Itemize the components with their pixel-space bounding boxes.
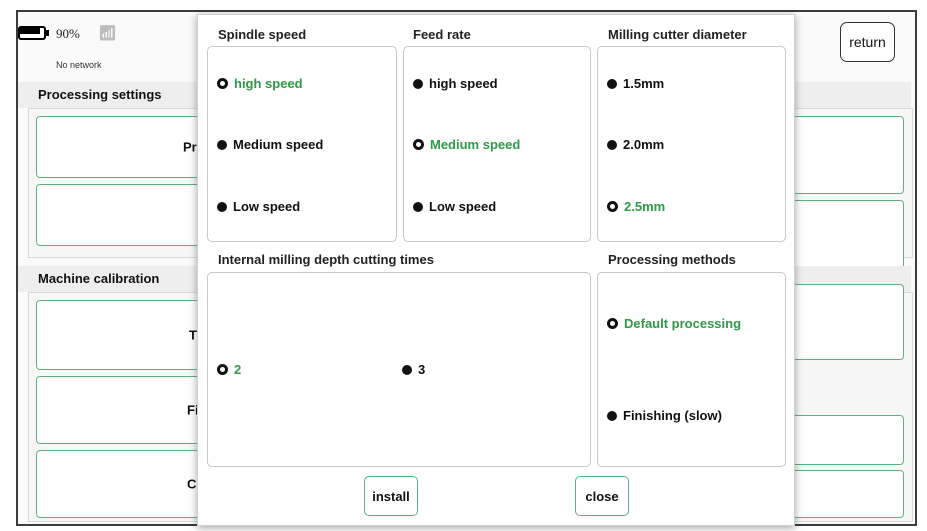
calibration-card-label: T bbox=[189, 327, 197, 343]
calibration-card-label: C bbox=[187, 476, 197, 492]
processing-methods-panel: Default processing Finishing (slow) bbox=[597, 272, 786, 467]
settings-card-right-1[interactable] bbox=[780, 116, 904, 194]
radio-icon bbox=[413, 78, 423, 89]
status-area: 90% 📶︎ No network bbox=[18, 22, 148, 72]
spindle-option-high[interactable]: high speed bbox=[217, 76, 303, 91]
option-label: Finishing (slow) bbox=[623, 408, 722, 423]
network-status: No network bbox=[56, 60, 102, 70]
option-label: 3 bbox=[418, 362, 426, 377]
settings-card-right-2[interactable] bbox=[780, 200, 904, 276]
radio-icon bbox=[607, 139, 617, 150]
radio-selected-icon bbox=[607, 201, 618, 212]
radio-icon bbox=[607, 78, 617, 89]
cutter-option-2-0mm[interactable]: 2.0mm bbox=[607, 137, 664, 152]
radio-icon bbox=[402, 364, 412, 375]
feed-option-medium[interactable]: Medium speed bbox=[413, 137, 520, 152]
spindle-option-low[interactable]: Low speed bbox=[217, 199, 300, 214]
processing-methods-title: Processing methods bbox=[608, 252, 736, 267]
calibration-card-1[interactable]: T bbox=[36, 300, 206, 370]
depth-times-title: Internal milling depth cutting times bbox=[218, 252, 434, 267]
cutter-option-2-5mm[interactable]: 2.5mm bbox=[607, 199, 665, 214]
option-label: 2.5mm bbox=[624, 199, 666, 214]
method-option-finishing[interactable]: Finishing (slow) bbox=[607, 408, 722, 423]
settings-dialog: Spindle speed high speed Medium speed Lo… bbox=[197, 14, 795, 526]
radio-icon bbox=[217, 139, 227, 150]
feed-rate-panel: high speed Medium speed Low speed bbox=[403, 46, 591, 242]
radio-selected-icon bbox=[217, 78, 228, 89]
option-label: Medium speed bbox=[233, 137, 324, 152]
wifi-icon: 📶︎ bbox=[98, 25, 118, 42]
install-button[interactable]: install bbox=[364, 476, 418, 516]
radio-selected-icon bbox=[413, 139, 424, 150]
calibration-card-3[interactable]: C bbox=[36, 450, 206, 518]
radio-icon bbox=[607, 410, 617, 421]
settings-card-1[interactable]: Pr bbox=[36, 116, 206, 178]
feed-rate-title: Feed rate bbox=[413, 27, 471, 42]
depth-times-panel: 2 3 bbox=[207, 272, 591, 467]
feed-option-low[interactable]: Low speed bbox=[413, 199, 496, 214]
return-button[interactable]: return bbox=[840, 22, 895, 62]
cutter-option-1-5mm[interactable]: 1.5mm bbox=[607, 76, 664, 91]
depth-option-3[interactable]: 3 bbox=[402, 362, 425, 377]
spindle-speed-title: Spindle speed bbox=[218, 27, 307, 42]
feed-option-high[interactable]: high speed bbox=[413, 76, 498, 91]
radio-icon bbox=[217, 201, 227, 212]
cutter-diameter-title: Milling cutter diameter bbox=[608, 27, 747, 42]
radio-selected-icon bbox=[217, 364, 228, 375]
settings-card-2[interactable] bbox=[36, 184, 206, 246]
option-label: Default processing bbox=[624, 316, 742, 331]
depth-option-2[interactable]: 2 bbox=[217, 362, 241, 377]
cutter-diameter-panel: 1.5mm 2.0mm 2.5mm bbox=[597, 46, 786, 242]
option-label: high speed bbox=[234, 76, 303, 91]
radio-selected-icon bbox=[607, 318, 618, 329]
spindle-option-medium[interactable]: Medium speed bbox=[217, 137, 323, 152]
option-label: 2 bbox=[234, 362, 242, 377]
option-label: 2.0mm bbox=[623, 137, 665, 152]
spindle-speed-panel: high speed Medium speed Low speed bbox=[207, 46, 397, 242]
option-label: Low speed bbox=[233, 199, 301, 214]
settings-card-label: Pr bbox=[183, 139, 197, 155]
calibration-card-2[interactable]: Fi bbox=[36, 376, 206, 444]
option-label: Low speed bbox=[429, 199, 497, 214]
option-label: Medium speed bbox=[430, 137, 521, 152]
calibration-card-right-2[interactable] bbox=[780, 415, 904, 465]
option-label: high speed bbox=[429, 76, 498, 91]
radio-icon bbox=[413, 201, 423, 212]
method-option-default[interactable]: Default processing bbox=[607, 316, 741, 331]
battery-icon bbox=[18, 26, 52, 40]
option-label: 1.5mm bbox=[623, 76, 665, 91]
calibration-card-right-3[interactable] bbox=[780, 470, 904, 518]
calibration-card-right-1[interactable] bbox=[780, 284, 904, 360]
battery-percent: 90% bbox=[56, 26, 80, 41]
close-button[interactable]: close bbox=[575, 476, 629, 516]
